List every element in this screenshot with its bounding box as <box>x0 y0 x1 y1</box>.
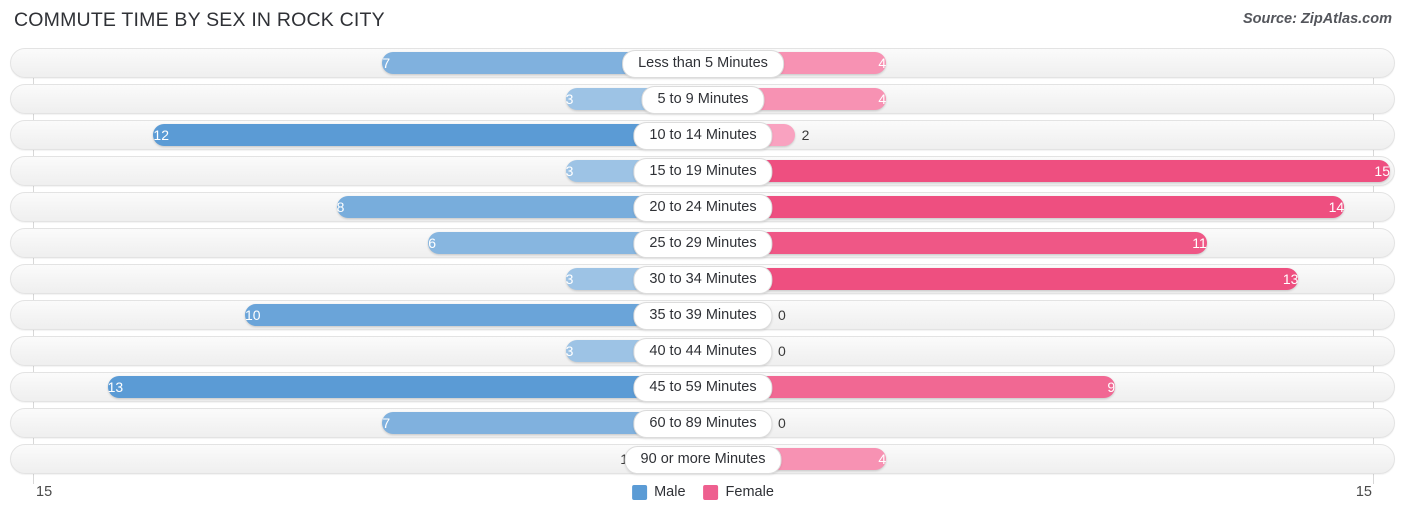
chart-footer: 15 Male Female 15 <box>0 484 1406 514</box>
bar-value-female: 9 <box>1107 379 1116 395</box>
bar-rows: 7 4 Less than 5 Minutes 3 4 5 to 9 Minutes 12 2… <box>0 48 1406 480</box>
category-label: 60 to 89 Minutes <box>633 410 773 438</box>
bar-value-male: 3 <box>565 91 574 107</box>
category-label: Less than 5 Minutes <box>622 50 784 78</box>
bar-value-female: 13 <box>1282 271 1299 287</box>
bar-value-female: 14 <box>1328 199 1345 215</box>
bar-value-male: 7 <box>382 55 391 71</box>
bar-female[interactable] <box>703 160 1390 182</box>
bar-row: 8 14 20 to 24 Minutes <box>0 192 1406 222</box>
source-attribution: Source: ZipAtlas.com <box>1242 11 1392 27</box>
bar-row: 1490 or more Minutes <box>0 444 1406 474</box>
category-label: 10 to 14 Minutes <box>633 122 773 150</box>
category-label: 5 to 9 Minutes <box>641 86 765 114</box>
bar-value-female: 11 <box>1192 235 1207 251</box>
bar-row: 3 13 30 to 34 Minutes <box>0 264 1406 294</box>
legend-swatch-male-icon <box>632 484 648 500</box>
category-label: 20 to 24 Minutes <box>633 194 773 222</box>
category-label: 40 to 44 Minutes <box>633 338 773 366</box>
bar-value-male: 3 <box>565 271 574 287</box>
category-label: 30 to 34 Minutes <box>633 266 773 294</box>
legend-label-male: Male <box>654 484 686 500</box>
category-label: 45 to 59 Minutes <box>633 374 773 402</box>
bar-value-male: 7 <box>382 415 391 431</box>
category-label: 90 or more Minutes <box>624 446 782 474</box>
legend-label-female: Female <box>725 484 774 500</box>
legend-item-female[interactable]: Female <box>703 484 774 500</box>
bar-row: 3 15 15 to 19 Minutes <box>0 156 1406 186</box>
bar-row: 3 4 5 to 9 Minutes <box>0 84 1406 114</box>
category-label: 35 to 39 Minutes <box>633 302 773 330</box>
page-title: COMMUTE TIME BY SEX IN ROCK CITY <box>14 9 385 31</box>
bar-row: 12 2 10 to 14 Minutes <box>0 120 1406 150</box>
category-label: 15 to 19 Minutes <box>633 158 773 186</box>
axis-tick-right: 15 <box>1355 484 1372 500</box>
bar-female[interactable] <box>703 232 1207 254</box>
bar-female[interactable] <box>703 268 1299 290</box>
bar-value-female: 0 <box>778 415 786 431</box>
bar-row: 6 11 25 to 29 Minutes <box>0 228 1406 258</box>
chart-legend: Male Female <box>632 484 774 500</box>
bar-value-female: 15 <box>1374 163 1390 179</box>
bar-value-female: 0 <box>778 343 786 359</box>
bar-value-female: 0 <box>778 307 786 323</box>
bar-value-male: 8 <box>336 199 345 215</box>
bar-female[interactable] <box>703 196 1345 218</box>
bar-value-female: 4 <box>878 451 887 467</box>
bar-value-male: 3 <box>565 163 574 179</box>
bar-value-female: 4 <box>878 91 887 107</box>
bar-value-male: 10 <box>245 307 261 323</box>
legend-item-male[interactable]: Male <box>632 484 686 500</box>
chart-header: COMMUTE TIME BY SEX IN ROCK CITY Source:… <box>0 0 1406 40</box>
bar-male[interactable] <box>107 376 703 398</box>
bar-value-male: 6 <box>428 235 436 251</box>
bar-row: 7 4 Less than 5 Minutes <box>0 48 1406 78</box>
legend-swatch-female-icon <box>703 484 719 500</box>
bar-row: 7 0 60 to 89 Minutes <box>0 408 1406 438</box>
bar-value-female: 4 <box>878 55 887 71</box>
chart-plot-area: 7 4 Less than 5 Minutes 3 4 5 to 9 Minutes 12 2… <box>0 48 1406 484</box>
bar-value-male: 3 <box>565 343 574 359</box>
bar-value-male: 12 <box>153 127 169 143</box>
bar-row: 10 0 35 to 39 Minutes <box>0 300 1406 330</box>
bar-male[interactable] <box>153 124 703 146</box>
category-label: 25 to 29 Minutes <box>633 230 773 258</box>
axis-tick-left: 15 <box>36 484 53 500</box>
bar-value-male: 13 <box>107 379 124 395</box>
bar-row: 13 9 45 to 59 Minutes <box>0 372 1406 402</box>
bar-value-female: 2 <box>801 127 810 143</box>
bar-row: 3 0 40 to 44 Minutes <box>0 336 1406 366</box>
